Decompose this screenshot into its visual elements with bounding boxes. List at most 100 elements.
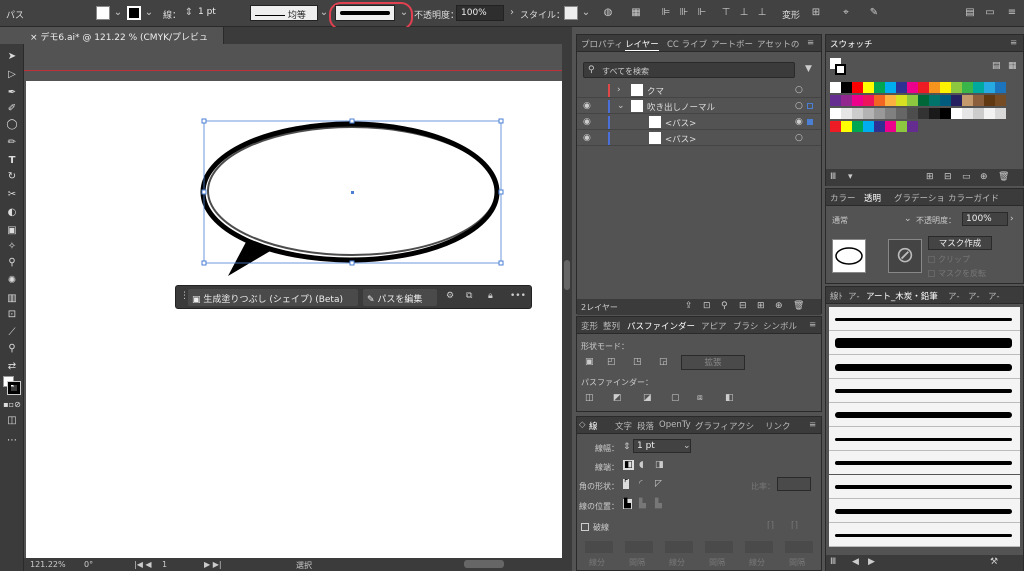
new-swatch-icon[interactable]: ⊕: [980, 172, 988, 182]
color-swatch[interactable]: [841, 108, 852, 119]
dash-exact-icon[interactable]: ⌈⌉: [791, 521, 798, 531]
stepper-icon[interactable]: ⇕: [623, 442, 631, 452]
color-swatch[interactable]: [852, 95, 863, 106]
curvature-tool-icon[interactable]: ✐: [3, 102, 21, 116]
tab-pathfinder[interactable]: パスファインダー: [627, 320, 695, 332]
tab-graphic-styles[interactable]: グラフィ: [695, 420, 729, 432]
color-swatch[interactable]: [896, 121, 907, 132]
opacity-arrow-icon[interactable]: ›: [1010, 214, 1014, 224]
clip-mask-icon[interactable]: ⊟: [739, 301, 747, 311]
zoom-level[interactable]: 121.22%: [30, 560, 66, 569]
style-dropdown-icon[interactable]: ⌄: [580, 7, 592, 19]
color-swatch[interactable]: [830, 121, 841, 132]
delete-layer-icon[interactable]: 🗑︎: [793, 301, 804, 311]
layer-name[interactable]: <パス>: [665, 133, 696, 145]
slice-tool-icon[interactable]: ⟋: [3, 326, 21, 340]
layer-row[interactable]: › クマ ○: [577, 83, 821, 98]
align-center-stroke-icon[interactable]: ▙: [623, 499, 632, 509]
dash-input[interactable]: [585, 541, 613, 553]
limit-input[interactable]: [777, 477, 811, 491]
gap-input[interactable]: [625, 541, 653, 553]
color-swatch[interactable]: [885, 82, 896, 93]
stroke-weight-field[interactable]: 1 pt: [194, 5, 244, 21]
document-tab[interactable]: × デモ6.ai* @ 121.22 % (CMYK/プレビュー): [24, 27, 224, 56]
layer-row[interactable]: ◉ <パス> ○: [577, 131, 821, 146]
artboard-number[interactable]: 1: [162, 560, 167, 569]
tab-color[interactable]: カラー: [830, 192, 856, 204]
new-layer-icon[interactable]: ⊕: [775, 301, 783, 311]
layer-name[interactable]: クマ: [647, 85, 664, 97]
color-swatch[interactable]: [995, 95, 1006, 106]
artboard-next-icon[interactable]: ▶ ▶|: [204, 560, 222, 569]
intersect-icon[interactable]: ◳: [633, 357, 642, 367]
layer-name[interactable]: <パス>: [665, 117, 696, 129]
expand-button[interactable]: 拡張: [681, 355, 745, 370]
color-swatch[interactable]: [940, 95, 951, 106]
tab-character[interactable]: 文字: [615, 420, 632, 432]
blend-tool-icon[interactable]: ⚲: [3, 256, 21, 270]
tab-transform[interactable]: 変形: [581, 320, 598, 332]
transform-link[interactable]: 変形: [782, 8, 800, 21]
dash-input[interactable]: [745, 541, 773, 553]
more-options-icon[interactable]: •••: [510, 291, 526, 301]
stroke-dropdown-icon[interactable]: ⌄: [143, 7, 155, 19]
tab-color-guide[interactable]: カラーガイド: [948, 192, 999, 204]
layer-search-field[interactable]: ⚲ すべてを検索: [583, 62, 795, 78]
selection-indicator[interactable]: [807, 119, 813, 125]
locate-icon[interactable]: ⚲: [721, 301, 728, 311]
ellipse-tool-icon[interactable]: ◯: [3, 118, 21, 132]
trim-icon[interactable]: ◩: [613, 393, 622, 403]
arrange-icon[interactable]: ▭: [984, 7, 996, 19]
tab-swatches[interactable]: スウォッチ: [830, 38, 873, 50]
brush-item[interactable]: [829, 523, 1020, 547]
align-top-icon[interactable]: ⊤: [720, 7, 732, 19]
color-swatch[interactable]: [896, 95, 907, 106]
minus-front-icon[interactable]: ◰: [607, 357, 616, 367]
merge-icon[interactable]: ◪: [643, 393, 652, 403]
brush-item[interactable]: [828, 474, 1021, 500]
lock-icon[interactable]: 🔒︎: [488, 291, 493, 301]
more-tools-icon[interactable]: ⋯: [3, 434, 21, 448]
brush-item[interactable]: [829, 355, 1020, 379]
collapse-arrow-icon[interactable]: ⌄: [617, 101, 625, 111]
brush-definition-dropdown[interactable]: [335, 5, 395, 21]
direct-selection-tool-icon[interactable]: ▷: [3, 68, 21, 82]
color-swatch[interactable]: [940, 108, 951, 119]
gap-input[interactable]: [785, 541, 813, 553]
eyedropper-tool-icon[interactable]: ✧: [3, 240, 21, 254]
color-swatch[interactable]: [951, 82, 962, 93]
tab-charcoal-pencil[interactable]: アート_木炭・鉛筆: [866, 290, 938, 302]
zoom-tool-icon[interactable]: ⚲: [3, 342, 21, 356]
edit-path-button[interactable]: ✎ パスを編集: [363, 289, 437, 306]
next-library-icon[interactable]: ▶: [868, 557, 875, 567]
brush-item[interactable]: [829, 499, 1020, 523]
miter-join-icon[interactable]: ⌜: [623, 479, 630, 489]
color-swatch[interactable]: [973, 82, 984, 93]
color-swatch[interactable]: [929, 108, 940, 119]
align-bottom-icon[interactable]: ⊥: [756, 7, 768, 19]
color-swatch[interactable]: [885, 95, 896, 106]
color-swatch[interactable]: [984, 108, 995, 119]
artboard-tool-icon[interactable]: ⊡: [3, 308, 21, 322]
brush-item[interactable]: [829, 379, 1020, 403]
warp-tool-icon[interactable]: ◐: [3, 206, 21, 220]
color-swatch[interactable]: [918, 82, 929, 93]
collect-icon[interactable]: ⊡: [703, 301, 711, 311]
divide-icon[interactable]: ◫: [585, 393, 594, 403]
tab-brush-library[interactable]: ア-: [848, 290, 860, 302]
hamburger-menu-icon[interactable]: ≡: [1006, 7, 1018, 19]
new-color-group-icon[interactable]: ⊟: [944, 172, 952, 182]
vertical-scroll-thumb[interactable]: [564, 260, 570, 290]
gradient-tool-icon[interactable]: ▣: [3, 224, 21, 238]
show-kinds-icon[interactable]: ▾: [848, 172, 853, 182]
collapse-arrows-icon[interactable]: ◇: [579, 420, 586, 430]
tab-brushes[interactable]: ブラシ: [733, 320, 758, 332]
blend-dropdown-icon[interactable]: ⌄: [904, 214, 912, 224]
color-swatch[interactable]: [896, 82, 907, 93]
make-mask-button[interactable]: マスク作成: [928, 236, 992, 250]
panel-menu-icon[interactable]: ≡: [1010, 38, 1017, 48]
dash-align-corners-icon[interactable]: ⌈⌉: [767, 521, 774, 531]
target-icon[interactable]: ○: [795, 133, 803, 143]
close-tab-icon[interactable]: ×: [30, 33, 38, 43]
color-swatch[interactable]: [852, 108, 863, 119]
